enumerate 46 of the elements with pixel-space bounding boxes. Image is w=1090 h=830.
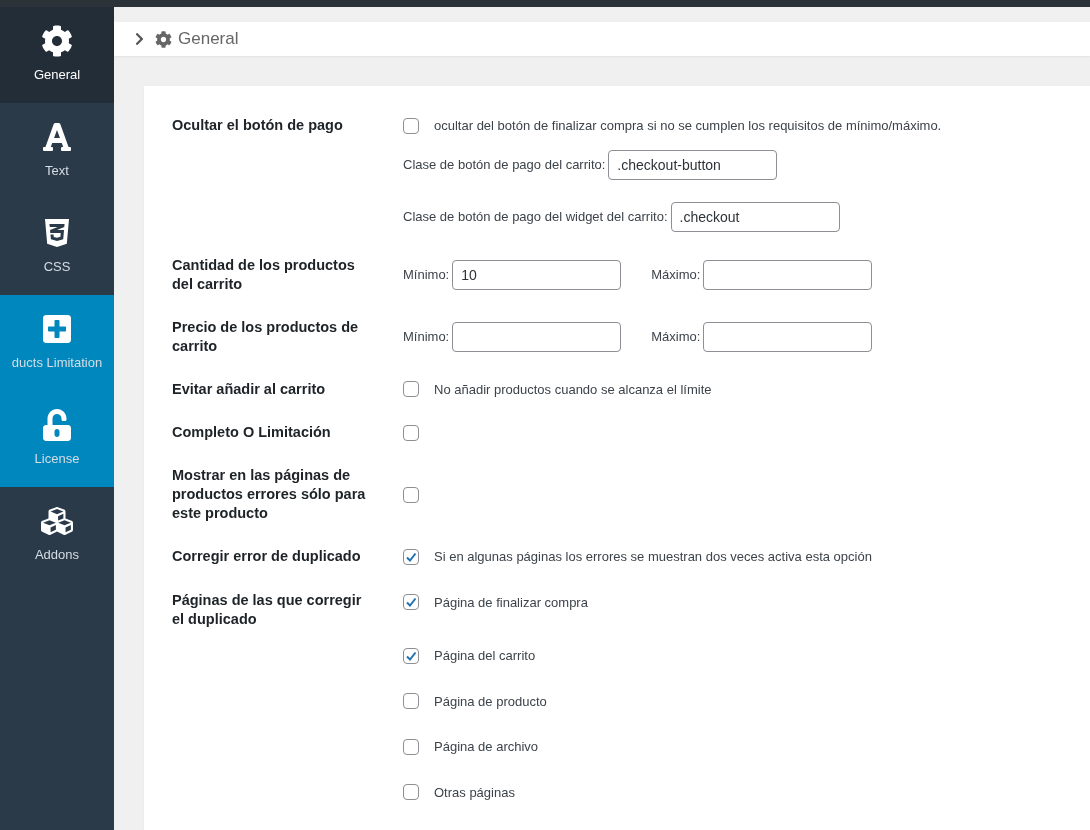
checkbox[interactable]: [403, 738, 419, 755]
text-field[interactable]: 10: [452, 259, 622, 290]
gear-icon: [155, 30, 172, 48]
checkbox[interactable]: [403, 784, 419, 801]
setting-label: Corregir error de duplicado: [172, 547, 362, 567]
checkbox[interactable]: [403, 548, 419, 565]
setting-label: Mostrar en las páginas de productos errores sólo para este producto: [172, 466, 367, 523]
checkbox-description: No añadir productos cuando se alcanza el límite: [434, 380, 712, 399]
letter-a-icon: [41, 121, 73, 154]
setting-label: Precio de los productos de carrito: [172, 317, 360, 356]
field-label: Mínimo:: [403, 327, 450, 346]
checkbox-description: ocultar del botón de finalizar compra si no se cumplen los requisitos de mínimo/máximo.: [434, 117, 942, 135]
text-field[interactable]: .checkout: [670, 201, 840, 232]
gear-icon: [41, 25, 73, 58]
checkbox[interactable]: [403, 424, 419, 441]
checkbox[interactable]: [403, 117, 419, 134]
checkbox-label: Página de finalizar compra: [434, 593, 588, 612]
checkbox[interactable]: [403, 486, 419, 503]
text-field[interactable]: .checkout-button: [608, 149, 778, 180]
text-field[interactable]: [703, 321, 873, 352]
checkbox-label: Página de producto: [434, 692, 547, 711]
setting-label: Completo O Limitación: [172, 423, 332, 442]
field-label: Máximo:: [651, 265, 701, 284]
sidebar-item[interactable]: General: [0, 7, 114, 103]
checkbox[interactable]: [403, 647, 419, 664]
checkbox-label: Página del carrito: [434, 647, 536, 665]
checkbox-label: Página de archivo: [434, 738, 539, 756]
checkbox-description: Si en algunas páginas los errores se muestran dos veces activa esta opción: [434, 548, 872, 566]
setting-label: Páginas de las que corregir el duplicado: [172, 590, 363, 629]
field-label: Mínimo:: [403, 265, 450, 284]
checkbox[interactable]: [403, 693, 419, 710]
page-title: General: [178, 28, 239, 51]
unlocked-padlock-icon: [41, 409, 73, 442]
checkbox[interactable]: [403, 381, 419, 398]
setting-label: Evitar añadir al carrito: [172, 379, 327, 399]
cubes-icon: [41, 505, 73, 538]
chevron-right-icon: [134, 32, 145, 46]
field-label: Máximo:: [651, 327, 701, 346]
setting-label: Cantidad de los productos del carrito: [172, 255, 356, 294]
setting-label: Ocultar el botón de pago: [172, 116, 344, 135]
field-label: Clase de botón de pago del widget del carrito:: [403, 207, 668, 226]
checkbox-label: Otras páginas: [434, 783, 515, 802]
field-label: Clase de botón de pago del carrito:: [403, 155, 606, 174]
text-field[interactable]: [703, 259, 873, 290]
text-field[interactable]: [452, 321, 622, 352]
checkbox[interactable]: [403, 594, 419, 611]
